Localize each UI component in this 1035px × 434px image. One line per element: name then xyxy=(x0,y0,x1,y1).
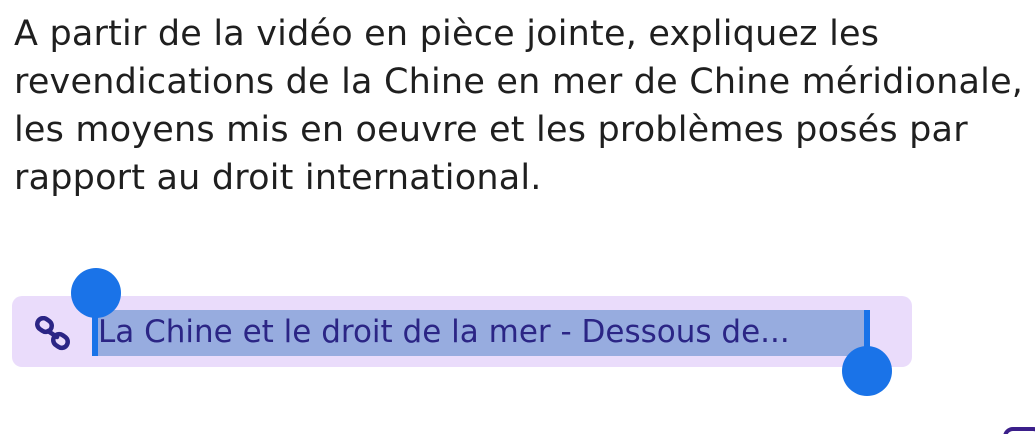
assignment-instructions: A partir de la vidéo en pièce jointe, ex… xyxy=(14,14,1024,198)
floating-action-button-edge[interactable] xyxy=(1003,427,1035,434)
link-icon xyxy=(35,316,70,351)
attachment-link-title[interactable]: La Chine et le droit de la mer - Dessous… xyxy=(98,309,790,355)
selection-end-handle[interactable] xyxy=(842,346,892,396)
selection-start-handle[interactable] xyxy=(71,268,121,318)
